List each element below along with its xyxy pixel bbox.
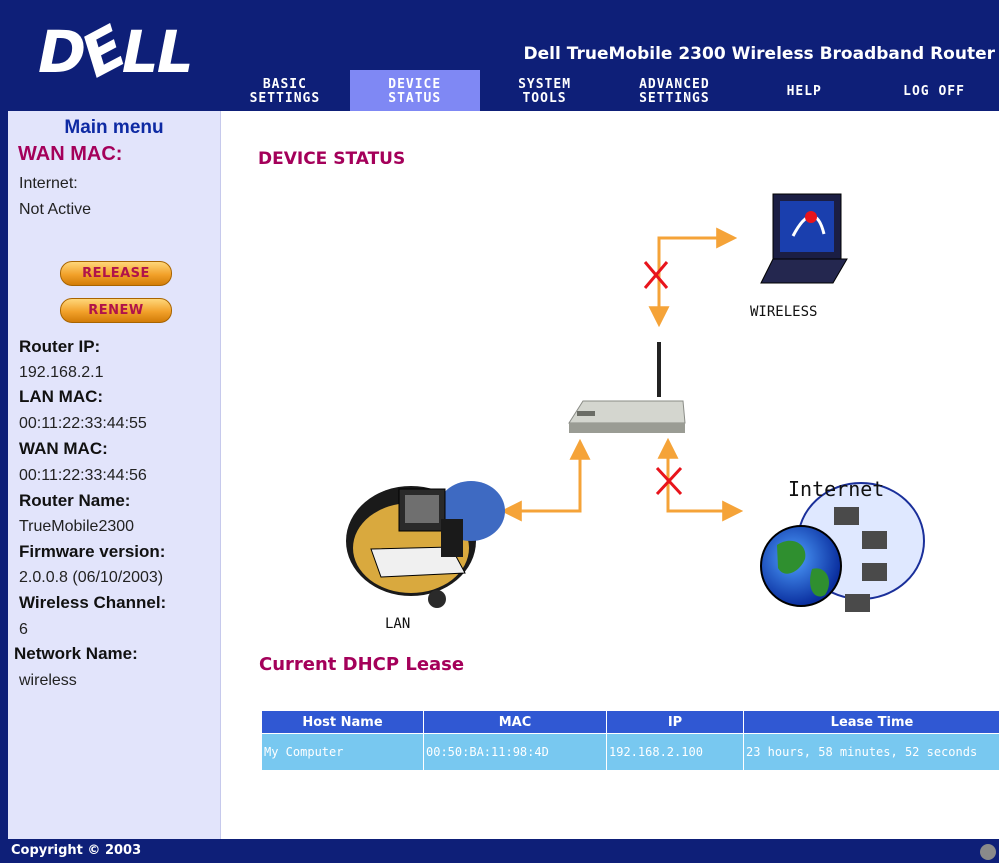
internet-label: Internet	[788, 477, 885, 501]
top-nav: BASIC SETTINGS DEVICE STATUS SYSTEM TOOL…	[220, 70, 999, 113]
ip-cell: 192.168.2.100	[606, 733, 744, 771]
internet-status: Not Active	[19, 201, 92, 218]
router-admin-page: DELL Dell TrueMobile 2300 Wireless Broad…	[8, 8, 999, 863]
status-dot-icon	[980, 844, 996, 860]
wan-mac-value: 00:11:22:33:44:56	[19, 467, 147, 484]
renew-button[interactable]: RENEW	[60, 298, 172, 323]
firmware-label: Firmware version:	[19, 542, 166, 561]
internet-link	[655, 437, 744, 522]
footer: Copyright © 2003	[8, 839, 999, 863]
col-host-name: Host Name	[261, 710, 424, 734]
dhcp-lease-table: Host Name MAC IP Lease Time My Computer …	[261, 710, 999, 771]
lan-mac-value: 00:11:22:33:44:55	[19, 415, 147, 432]
table-header-row: Host Name MAC IP Lease Time	[261, 710, 999, 734]
mac-cell: 00:50:BA:11:98:4D	[423, 733, 607, 771]
network-name-label: Network Name:	[14, 644, 138, 663]
dhcp-lease-title: Current DHCP Lease	[259, 654, 465, 675]
router-ip-value: 192.168.2.1	[19, 364, 104, 381]
wan-mac-heading: WAN MAC:	[18, 143, 123, 165]
wireless-label: WIRELESS	[750, 304, 818, 320]
host-name-cell: My Computer	[261, 733, 424, 771]
wireless-disconnected-icon	[643, 261, 669, 289]
nav-device-status[interactable]: DEVICE STATUS	[349, 70, 480, 113]
wan-mac-label: WAN MAC:	[19, 439, 108, 458]
copyright-text: Copyright © 2003	[11, 843, 142, 858]
nav-advanced-settings[interactable]: ADVANCED SETTINGS	[609, 70, 739, 113]
router-ip-label: Router IP:	[19, 337, 101, 356]
nav-log-off[interactable]: LOG OFF	[869, 70, 999, 113]
nav-basic-settings[interactable]: BASIC SETTINGS	[220, 70, 350, 113]
network-name-value: wireless	[19, 672, 77, 689]
router-icon	[568, 342, 686, 433]
wireless-channel-label: Wireless Channel:	[19, 593, 167, 612]
lan-computer-icon	[346, 481, 505, 608]
nav-help[interactable]: HELP	[739, 70, 869, 113]
col-ip: IP	[606, 710, 744, 734]
lan-label: LAN	[385, 616, 411, 632]
lease-time-cell: 23 hours, 58 minutes, 52 seconds	[743, 733, 999, 771]
table-row: My Computer 00:50:BA:11:98:4D 192.168.2.…	[261, 733, 999, 771]
lan-link	[500, 438, 591, 522]
wireless-channel-value: 6	[19, 621, 28, 638]
dell-logo: DELL	[38, 13, 194, 91]
nav-system-tools[interactable]: SYSTEM TOOLS	[480, 70, 610, 113]
wireless-link	[643, 227, 738, 328]
page-title: Dell TrueMobile 2300 Wireless Broadband …	[523, 44, 995, 64]
sidebar: Main menu WAN MAC: Internet: Not Active …	[8, 111, 221, 839]
col-mac: MAC	[423, 710, 607, 734]
router-name-value: TrueMobile2300	[19, 518, 135, 535]
col-lease-time: Lease Time	[743, 710, 999, 734]
main-menu-link[interactable]: Main menu	[8, 117, 220, 139]
lan-mac-label: LAN MAC:	[19, 387, 104, 406]
main-content: DEVICE STATUS WIRELESS Internet LAN Curr…	[221, 111, 999, 839]
logo-area: DELL	[8, 8, 220, 111]
header: DELL Dell TrueMobile 2300 Wireless Broad…	[8, 8, 999, 113]
release-button[interactable]: RELEASE	[60, 261, 172, 286]
firmware-value: 2.0.0.8 (06/10/2003)	[19, 569, 164, 586]
laptop-icon	[760, 193, 848, 284]
internet-label: Internet:	[19, 175, 78, 192]
network-diagram	[346, 193, 925, 612]
router-name-label: Router Name:	[19, 491, 131, 510]
internet-globe-icon	[760, 482, 925, 612]
